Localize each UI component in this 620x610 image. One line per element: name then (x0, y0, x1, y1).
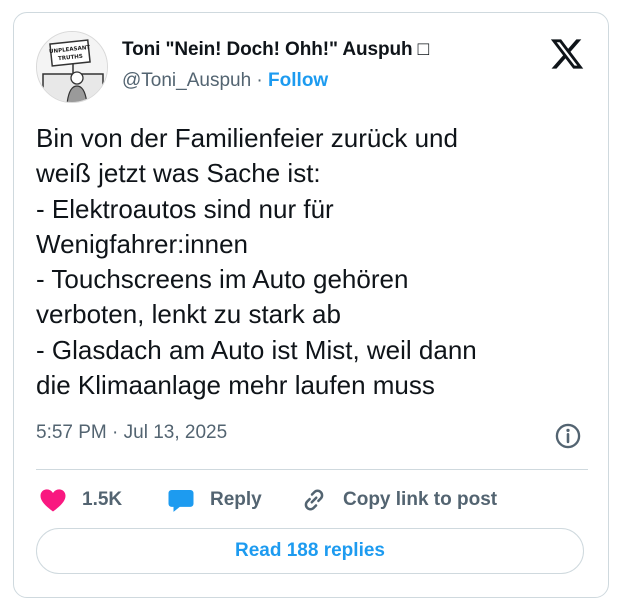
tweet-line: verboten, lenkt zu stark ab (36, 299, 341, 330)
divider (36, 469, 588, 470)
author-name[interactable]: Toni "Nein! Doch! Ohh!" Auspuh □ (122, 39, 429, 61)
tweet-line: - Elektroautos sind nur für (36, 193, 334, 224)
reply-label: Reply (210, 489, 262, 510)
read-replies-label: Read 188 replies (235, 540, 385, 561)
author-handle[interactable]: @Toni_Auspuh (122, 70, 251, 91)
tweet-line: - Touchscreens im Auto gehören (36, 264, 409, 295)
tweet-line: Wenigfahrer:innen (36, 228, 248, 259)
tweet-text: Bin von der Familienfeier zurück und wei… (36, 121, 596, 403)
info-icon[interactable] (554, 422, 582, 450)
link-icon (304, 489, 324, 511)
heart-icon (40, 489, 66, 512)
follow-button[interactable]: Follow (268, 70, 328, 91)
avatar-cartoon-image: UNPLEASANT TRUTHS (37, 32, 107, 102)
tweet-timestamp[interactable]: 5:57 PM · Jul 13, 2025 (36, 422, 227, 444)
x-logo-icon[interactable] (549, 36, 585, 72)
speech-bubble-icon (168, 490, 194, 512)
author-handle-row: @Toni_Auspuh · Follow (122, 70, 328, 92)
tweet-line: die Klimaanlage mehr laufen muss (36, 370, 435, 401)
tweet-line: - Glasdach am Auto ist Mist, weil dann (36, 334, 477, 365)
tweet-line: weiß jetzt was Sache ist: (36, 158, 321, 189)
copy-link-label: Copy link to post (343, 489, 498, 510)
read-replies-button[interactable]: Read 188 replies (36, 528, 584, 574)
avatar[interactable]: UNPLEASANT TRUTHS (36, 31, 108, 103)
tweet-card: UNPLEASANT TRUTHS Toni "Nein! Doch! Ohh!… (13, 12, 609, 598)
like-button[interactable]: 1.5K (38, 483, 122, 517)
tweet-line: Bin von der Familienfeier zurück und (36, 123, 458, 153)
like-count: 1.5K (82, 489, 123, 510)
reply-button[interactable]: Reply (166, 483, 262, 517)
copy-link-button[interactable]: Copy link to post (299, 483, 497, 517)
handle-separator: · (251, 70, 269, 91)
